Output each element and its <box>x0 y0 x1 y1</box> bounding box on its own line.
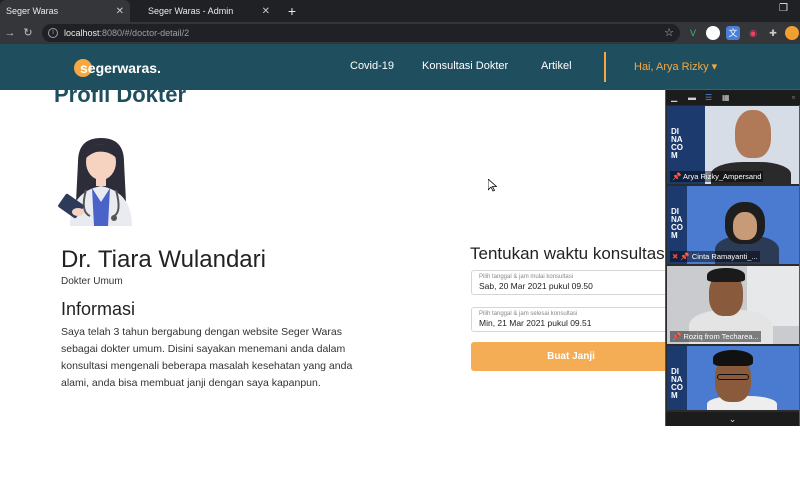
caret-down-icon: ▾ <box>711 61 718 73</box>
participant-tile[interactable]: 📌 Roziq from Techarea... <box>667 266 799 344</box>
user-avatar-icon[interactable] <box>785 26 799 40</box>
dinacom-logo: DI NA CO M <box>671 207 683 240</box>
color-picker-extension-icon[interactable]: ◉ <box>746 26 760 40</box>
participant-tile[interactable]: DI NA CO M 📌 Arya Rizky_Ampersand <box>667 106 799 184</box>
puzzle-extensions-icon[interactable]: ✚ <box>766 26 780 40</box>
doctor-avatar-illustration <box>58 138 132 226</box>
page-title: Profil Dokter <box>54 82 187 107</box>
strip-view-icon[interactable]: ▬ <box>688 93 696 102</box>
exit-fullscreen-icon[interactable]: ▫ <box>792 93 795 102</box>
participant-hair <box>713 350 753 366</box>
nav-link-konsultasi-dokter[interactable]: Konsultasi Dokter <box>422 60 508 72</box>
participant-name: ✖ 📌 Cinta Ramayanti_... <box>670 251 760 262</box>
participant-tile[interactable]: DI NA CO M <box>667 346 799 410</box>
brand-logo[interactable]: segerwaras. <box>74 58 161 78</box>
participant-name: 📌 Arya Rizky_Ampersand <box>670 171 764 182</box>
brand-text: segerwaras. <box>80 60 161 76</box>
dinacom-logo: DI NA CO M <box>671 127 683 160</box>
minimize-icon[interactable]: ▁ <box>671 93 677 102</box>
browser-tab-strip: Seger Waras ✕ Seger Waras - Admin ✕ + ❐ <box>0 0 800 22</box>
start-datetime-field[interactable]: Pilih tanggal & jam mulai konsultasi Sab… <box>471 270 671 295</box>
url-path: :8080/#/doctor-detail/2 <box>99 28 190 38</box>
info-text: Saya telah 3 tahun bergabung dengan webs… <box>61 326 353 389</box>
doctor-name: Dr. Tiara Wulandari <box>61 246 266 273</box>
schedule-heading: Tentukan waktu konsultasi <box>470 244 669 263</box>
pin-icon: 📌 <box>680 252 690 261</box>
gallery-view-icon[interactable]: ▦ <box>722 93 730 102</box>
tab-seger-waras[interactable]: Seger Waras ✕ <box>0 0 130 22</box>
tab-seger-waras-admin[interactable]: Seger Waras - Admin ✕ <box>142 0 276 22</box>
restore-window-icon[interactable]: ❐ <box>779 3 788 14</box>
end-datetime-label: Pilih tanggal & jam selesai konsultasi <box>479 311 578 317</box>
meeting-toolbar: ▁ ▬ ☰ ▦ ▫ <box>666 90 800 105</box>
reload-icon[interactable]: ↻ <box>20 25 36 41</box>
chevron-down-icon[interactable]: ⌄ <box>666 412 799 426</box>
pin-icon: 📌 <box>672 172 682 181</box>
make-appointment-button[interactable]: Buat Janji <box>471 342 671 371</box>
url-host: localhost <box>64 28 100 38</box>
end-datetime-value: Min, 21 Mar 2021 pukul 09.51 <box>479 318 592 328</box>
glasses-icon <box>717 374 749 380</box>
tab-title: Seger Waras - Admin <box>148 6 234 16</box>
start-datetime-value: Sab, 20 Mar 2021 pukul 09.50 <box>479 281 593 291</box>
start-datetime-label: Pilih tanggal & jam mulai konsultasi <box>479 274 574 280</box>
participant-tile[interactable]: DI NA CO M ✖ 📌 Cinta Ramayanti_... <box>667 186 799 264</box>
nav-divider <box>604 52 606 82</box>
site-info-icon[interactable]: i <box>48 28 58 38</box>
participant-name: 📌 Roziq from Techarea... <box>670 331 761 342</box>
speaker-view-icon[interactable]: ☰ <box>705 93 712 102</box>
bookmark-star-icon[interactable]: ☆ <box>664 26 674 39</box>
address-bar[interactable]: i localhost:8080/#/doctor-detail/2 ☆ <box>42 24 680 42</box>
end-datetime-field[interactable]: Pilih tanggal & jam selesai konsultasi M… <box>471 307 671 332</box>
user-menu-dropdown[interactable]: Hai, Arya Rizky ▾ <box>634 60 717 73</box>
tab-close-icon[interactable]: ✕ <box>116 6 124 17</box>
user-greeting: Hai, Arya Rizky <box>634 61 709 73</box>
nav-link-covid[interactable]: Covid-19 <box>350 60 394 72</box>
forward-arrow-icon[interactable]: → <box>2 25 18 41</box>
info-heading: Informasi <box>61 299 136 319</box>
video-meeting-panel: ▁ ▬ ☰ ▦ ▫ DI NA CO M 📌 Arya Rizky_Ampersand… <box>665 89 800 426</box>
tab-close-icon[interactable]: ✕ <box>262 6 270 17</box>
muted-mic-icon: ✖ <box>672 252 679 261</box>
browser-toolbar: → ↻ i localhost:8080/#/doctor-detail/2 ☆… <box>0 22 800 44</box>
profile-circle-icon[interactable] <box>706 26 720 40</box>
pin-icon: 📌 <box>672 332 682 341</box>
participant-hair <box>707 268 745 282</box>
translate-extension-icon[interactable]: 文 <box>726 26 740 40</box>
tab-title: Seger Waras <box>6 6 59 16</box>
nav-link-artikel[interactable]: Artikel <box>541 60 572 72</box>
vue-devtools-icon[interactable]: V <box>686 26 700 40</box>
dinacom-logo: DI NA CO M <box>671 367 683 400</box>
mouse-cursor-icon <box>488 179 497 192</box>
participant-face <box>733 212 757 240</box>
doctor-role: Dokter Umum <box>61 276 123 287</box>
participant-face <box>735 110 771 158</box>
new-tab-plus-icon[interactable]: + <box>284 2 300 20</box>
